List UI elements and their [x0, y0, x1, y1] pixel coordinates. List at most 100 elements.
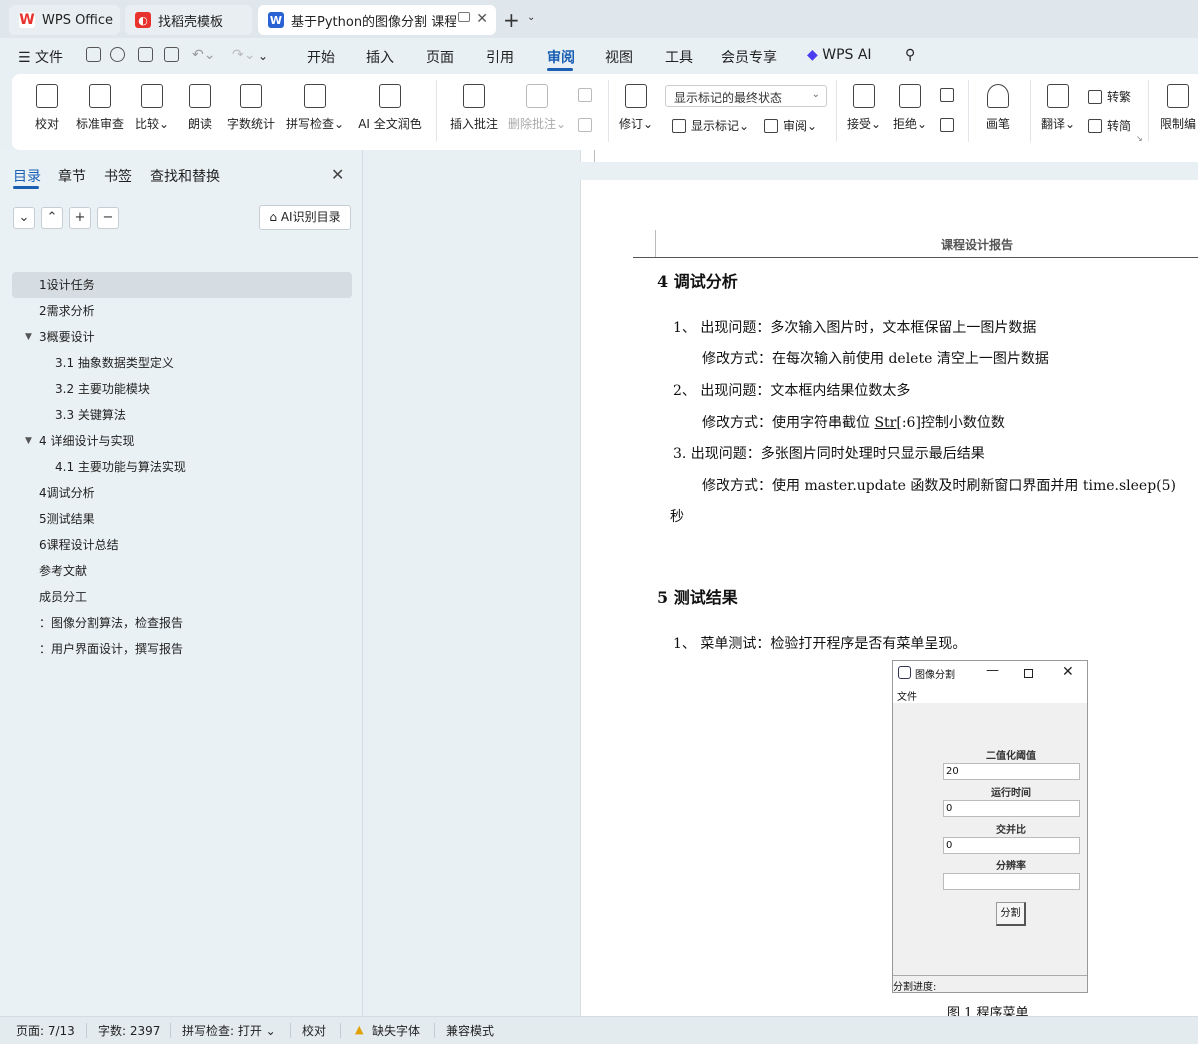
next-change-icon[interactable] [940, 118, 959, 132]
toc-item[interactable]: ▼ 4 详细设计与实现 [12, 428, 352, 454]
close-icon[interactable]: ✕ [476, 11, 488, 27]
toc-item[interactable]: ：图像分割算法，检查报告 [12, 610, 352, 636]
toc-item[interactable]: 1设计任务 [12, 272, 352, 298]
expand-triangle-icon[interactable]: ▼ [25, 428, 32, 454]
file-menu-label: 文件 [35, 50, 64, 66]
quick-access-more-icon[interactable]: ⌄ [258, 49, 268, 63]
toc-item-label: 4.1 主要功能与算法实现 [55, 460, 186, 474]
file-menu[interactable]: ☰ 文件 [18, 47, 63, 67]
previous-comment-icon[interactable] [578, 88, 597, 102]
new-tab-icon[interactable]: + [503, 8, 520, 32]
read-aloud-button[interactable]: 朗读 [182, 74, 218, 146]
chevron-down-icon[interactable]: ⌄ [13, 207, 35, 229]
reject-button[interactable]: 拒绝⌄ [890, 74, 930, 146]
accept-button[interactable]: 接受⌄ [844, 74, 884, 146]
toc-item[interactable]: 3.3 关键算法 [12, 402, 352, 428]
show-markup-button[interactable]: 显示标记 ⌄ [672, 117, 749, 134]
toc-item[interactable]: 参考文献 [12, 558, 352, 584]
chevron-up-icon[interactable]: ⌃ [41, 207, 63, 229]
toc-item-label: 6课程设计总结 [39, 538, 119, 552]
to-traditional-button[interactable]: 转繁 [1088, 88, 1131, 105]
search-icon[interactable]: ⚲ [905, 47, 915, 63]
ai-polish-label: AI 全文润色 [358, 117, 422, 131]
toc-item[interactable]: ：用户界面设计，撰写报告 [12, 636, 352, 662]
traditional-chinese-icon [1088, 89, 1102, 104]
document-page[interactable]: 课程设计报告 4 调试分析 1、 出现问题：多次输入图片时，文本框保留上一图片数… [580, 180, 1198, 1016]
menu-tools[interactable]: 工具 [665, 47, 693, 67]
toc-item[interactable]: 成员分工 [12, 584, 352, 610]
page-indicator[interactable]: 页面: 7/13 [16, 1022, 75, 1039]
embedded-app-screenshot[interactable]: 图像分割 — ✕ 文件 二值化阈值 20 运行时间 0 交并比 0 分辨率 分割… [892, 660, 1088, 993]
word-count-button[interactable]: 字数统计 [226, 74, 276, 146]
toc-item[interactable]: 4.1 主要功能与算法实现 [12, 454, 352, 480]
chevron-down-icon[interactable]: ⌄ [527, 12, 535, 23]
markup-display-select[interactable]: 显示标记的最终状态 ⌄ [665, 85, 827, 107]
toc-item[interactable]: 3.1 抽象数据类型定义 [12, 350, 352, 376]
plus-icon[interactable]: + [69, 207, 91, 229]
nav-tab-bookmarks[interactable]: 书签 [104, 166, 132, 186]
expand-triangle-icon[interactable]: ▼ [25, 324, 32, 350]
to-traditional-label: 转繁 [1107, 90, 1132, 104]
missing-font-status[interactable]: 缺失字体 [372, 1022, 420, 1039]
menu-insert[interactable]: 插入 [366, 47, 394, 67]
compat-mode-status[interactable]: 兼容模式 [446, 1022, 494, 1039]
document-review-icon [89, 84, 111, 108]
redo-icon[interactable]: ↷⌄ [232, 47, 255, 63]
track-changes-button[interactable]: 修订⌄ [616, 74, 656, 146]
toc-item[interactable]: 5测试结果 [12, 506, 352, 532]
margin-mark [581, 150, 595, 162]
tab-wps-office[interactable]: W WPS Office [9, 5, 120, 35]
toc-item[interactable]: 4调试分析 [12, 480, 352, 506]
ribbon-divider [836, 80, 837, 142]
compare-button[interactable]: 比较⌄ [132, 74, 172, 146]
print-preview-icon[interactable] [164, 47, 179, 62]
menu-member[interactable]: 会员专享 [721, 47, 777, 67]
nav-tab-sections[interactable]: 章节 [58, 166, 86, 186]
restrict-edit-button[interactable]: 限制编 [1158, 74, 1198, 146]
tab-docer-templates[interactable]: ◐ 找稻壳模板 [125, 5, 252, 35]
menu-page[interactable]: 页面 [426, 47, 454, 67]
translate-button[interactable]: 翻译⌄ [1038, 74, 1078, 146]
menu-references[interactable]: 引用 [486, 47, 514, 67]
share-icon[interactable] [110, 47, 125, 62]
to-simplified-button[interactable]: 转简 [1088, 117, 1131, 134]
delete-comment-button[interactable]: 删除批注⌄ [506, 74, 568, 146]
spell-check-button[interactable]: 拼写检查⌄ [286, 74, 344, 146]
ai-polish-button[interactable]: AI 全文润色 [356, 74, 424, 146]
nav-tab-find-replace[interactable]: 查找和替换 [150, 166, 220, 186]
tab-document[interactable]: W 基于Python的图像分割 课程 ✕ [258, 5, 496, 35]
app-menu-file: 文件 [897, 692, 917, 703]
standard-review-button[interactable]: 标准审查 [74, 74, 126, 146]
minus-icon[interactable]: − [97, 207, 119, 229]
wps-ai-button[interactable]: ◆ WPS AI [807, 47, 872, 63]
close-icon[interactable]: ✕ [331, 165, 344, 184]
accept-change-icon [853, 84, 875, 108]
document-canvas[interactable]: 课程设计报告 4 调试分析 1、 出现问题：多次输入图片时，文本框保留上一图片数… [364, 150, 1198, 1016]
print-icon[interactable] [138, 47, 153, 62]
menu-view[interactable]: 视图 [605, 47, 633, 67]
review-pane-button[interactable]: 审阅 ⌄ [764, 117, 817, 134]
monitor-icon[interactable] [458, 12, 470, 22]
insert-comment-button[interactable]: 插入批注 [446, 74, 502, 146]
menu-home[interactable]: 开始 [307, 47, 335, 67]
word-count-indicator[interactable]: 字数: 2397 [98, 1022, 160, 1039]
toc-item[interactable]: 3.2 主要功能模块 [12, 376, 352, 402]
next-comment-icon[interactable] [578, 118, 597, 132]
save-icon[interactable] [86, 47, 101, 62]
compare-icon [141, 84, 163, 108]
accept-label: 接受⌄ [846, 117, 882, 131]
spell-check-status[interactable]: 拼写检查: 打开 ⌄ [182, 1022, 276, 1039]
proofread-status[interactable]: 校对 [302, 1022, 326, 1039]
toc-item[interactable]: 6课程设计总结 [12, 532, 352, 558]
menu-review[interactable]: 审阅 [547, 47, 575, 67]
toc-item[interactable]: ▼ 3概要设计 [12, 324, 352, 350]
expand-group-icon[interactable]: ↘ [1136, 134, 1143, 143]
previous-change-icon[interactable] [940, 88, 959, 102]
toc-item[interactable]: 2需求分析 [12, 298, 352, 324]
proofread-button[interactable]: 校对 [26, 74, 68, 146]
nav-tab-toc[interactable]: 目录 [13, 166, 41, 186]
undo-icon[interactable]: ↶⌄ [192, 47, 215, 63]
pen-button[interactable]: 画笔 [978, 74, 1018, 146]
ai-toc-button[interactable]: ⌂ AI识别目录 [259, 205, 351, 230]
paragraph-text: Str [874, 415, 897, 431]
